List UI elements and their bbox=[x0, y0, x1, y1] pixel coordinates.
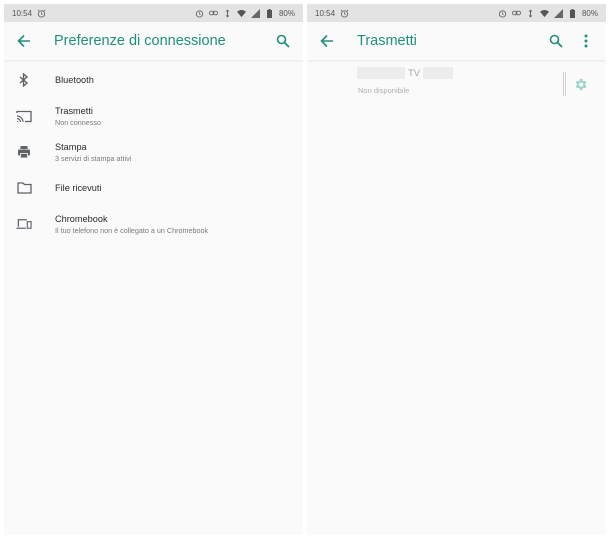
search-button[interactable] bbox=[273, 31, 293, 51]
status-time: 10:54 bbox=[315, 8, 336, 18]
battery-icon bbox=[568, 8, 577, 18]
item-subtitle: Il tuo telefono non è collegato a un Chr… bbox=[55, 225, 209, 235]
status-bar: 10:54 80% bbox=[307, 4, 606, 22]
settings-item-cast[interactable]: Trasmetti Non connesso bbox=[4, 98, 303, 134]
item-title: Stampa bbox=[55, 141, 87, 152]
search-icon bbox=[276, 34, 290, 48]
status-time: 10:54 bbox=[12, 8, 33, 18]
connection-preferences-screen: 10:54 80% Preferenze di connessione Blue… bbox=[4, 4, 303, 535]
settings-item-print[interactable]: Stampa 3 servizi di stampa attivi bbox=[4, 134, 303, 170]
data-arrows-icon bbox=[526, 9, 535, 18]
bluetooth-icon bbox=[16, 72, 32, 88]
back-button[interactable] bbox=[317, 31, 337, 51]
app-bar: Preferenze di connessione bbox=[4, 22, 303, 60]
status-bar: 10:54 80% bbox=[4, 4, 303, 22]
alarm-icon bbox=[195, 9, 204, 18]
device-status: Non disponibile bbox=[358, 86, 410, 95]
device-name: TV bbox=[357, 67, 454, 79]
redacted-text bbox=[423, 67, 454, 79]
search-button[interactable] bbox=[546, 31, 566, 51]
page-title: Trasmetti bbox=[357, 33, 417, 49]
item-title: File ricevuti bbox=[55, 183, 102, 193]
search-icon bbox=[549, 34, 563, 48]
battery-percent: 80% bbox=[581, 8, 598, 18]
app-bar: Trasmetti bbox=[307, 22, 606, 60]
folder-icon bbox=[16, 180, 32, 196]
arrow-back-icon bbox=[320, 34, 333, 48]
data-arrows-icon bbox=[223, 9, 232, 18]
more-options-button[interactable] bbox=[576, 31, 596, 51]
item-subtitle: 3 servizi di stampa attivi bbox=[55, 153, 132, 163]
printer-icon bbox=[16, 144, 32, 160]
cast-device-item[interactable]: TV Non disponibile bbox=[307, 64, 606, 108]
link-icon bbox=[208, 9, 218, 18]
page-title: Preferenze di connessione bbox=[54, 33, 226, 49]
wifi-icon bbox=[236, 9, 246, 18]
link-icon bbox=[511, 9, 521, 18]
arrow-back-icon bbox=[17, 34, 30, 48]
item-subtitle: Non connesso bbox=[55, 117, 101, 127]
devices-icon bbox=[16, 216, 32, 232]
redacted-text bbox=[357, 67, 405, 79]
wifi-icon bbox=[539, 9, 549, 18]
alarm-icon bbox=[498, 9, 507, 18]
alarm-icon bbox=[37, 9, 46, 18]
signal-icon bbox=[250, 8, 260, 18]
cast-icon bbox=[16, 108, 32, 124]
item-title: Trasmetti bbox=[55, 105, 93, 116]
vertical-divider bbox=[563, 72, 566, 96]
settings-item-received-files[interactable]: File ricevuti bbox=[4, 170, 303, 206]
battery-percent: 80% bbox=[278, 8, 295, 18]
device-settings-button[interactable] bbox=[572, 76, 588, 92]
signal-icon bbox=[553, 8, 563, 18]
settings-item-bluetooth[interactable]: Bluetooth bbox=[4, 62, 303, 98]
settings-list: Bluetooth Trasmetti Non connesso Stampa … bbox=[4, 60, 303, 242]
more-vert-icon bbox=[584, 34, 588, 48]
back-button[interactable] bbox=[14, 31, 34, 51]
alarm-icon bbox=[340, 9, 349, 18]
item-title: Chromebook bbox=[55, 213, 108, 224]
battery-icon bbox=[265, 8, 274, 18]
device-name-text: TV bbox=[408, 67, 421, 79]
item-title: Bluetooth bbox=[55, 75, 94, 85]
settings-item-chromebook[interactable]: Chromebook Il tuo telefono non è collega… bbox=[4, 206, 303, 242]
cast-screen: 10:54 80% Trasmetti TV Non disponibile bbox=[307, 4, 606, 535]
gear-icon bbox=[575, 78, 586, 90]
